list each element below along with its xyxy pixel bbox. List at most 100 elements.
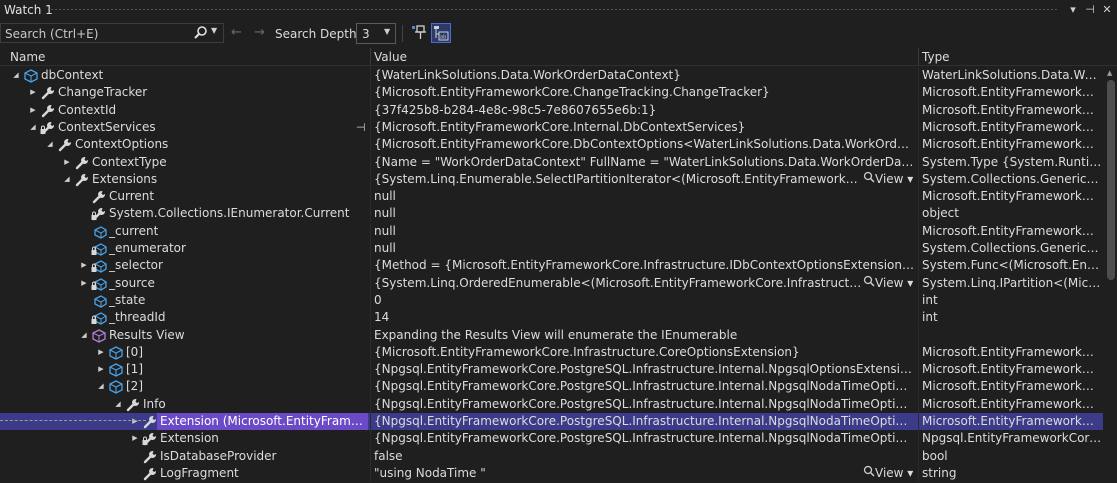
expand-arrow-icon[interactable]: ▶ xyxy=(96,344,106,361)
watch-name[interactable]: [0] xyxy=(126,344,368,361)
watch-name[interactable]: _current xyxy=(109,223,368,240)
watch-row[interactable]: _threadId 14 int xyxy=(0,309,1103,327)
watch-value[interactable]: {Method = {Microsoft.EntityFrameworkCore… xyxy=(374,257,914,274)
watch-value[interactable]: false xyxy=(374,448,914,465)
expand-arrow-icon[interactable]: ▶ xyxy=(130,430,140,447)
watch-name[interactable]: ContextOptions xyxy=(75,136,368,153)
watch-row[interactable]: ▶ [0] {Microsoft.EntityFrameworkCore.Infra… xyxy=(0,343,1103,361)
watch-row[interactable]: ▶ ContextType {Name = "WorkOrderDataContex… xyxy=(0,153,1103,171)
watch-name[interactable]: ContextServices xyxy=(58,119,352,136)
watch-value[interactable]: {Name = "WorkOrderDataContext" FullName … xyxy=(374,154,914,171)
watch-value[interactable]: null xyxy=(374,240,914,257)
watch-value[interactable]: {System.Linq.Enumerable.SelectIPartition… xyxy=(374,171,862,188)
watch-value[interactable]: {Npgsql.EntityFrameworkCore.PostgreSQL.I… xyxy=(374,378,914,395)
watch-value[interactable]: "using NodaTime " xyxy=(374,465,862,482)
window-menu-button[interactable]: ▾ xyxy=(1065,2,1081,18)
expand-arrow-icon[interactable]: ▶ xyxy=(96,361,106,378)
search-forward-icon[interactable]: → xyxy=(254,25,265,40)
watch-row[interactable]: ▶ Extension (Microsoft.EntityFramework...… xyxy=(0,413,1103,431)
watch-name[interactable]: LogFragment xyxy=(160,465,368,482)
watch-row[interactable]: ▶ _source {System.Linq.OrderedEnumerable<(… xyxy=(0,274,1103,292)
raw-view-toggle[interactable]: ab xyxy=(431,23,451,43)
watch-row[interactable]: ◢ ContextServices ⊣ {Microsoft.EntityFramew… xyxy=(0,118,1103,136)
search-depth-select[interactable]: 3 ▼ xyxy=(356,23,396,44)
watch-row[interactable]: ◢ dbContext {WaterLinkSolutions.Data.WorkO… xyxy=(0,67,1103,84)
pin-member-icon[interactable]: ⊣ xyxy=(356,119,366,136)
watch-name[interactable]: _source xyxy=(109,275,368,292)
expand-arrow-icon[interactable]: ▶ xyxy=(62,154,72,171)
visualizer-button[interactable]: View ▾ xyxy=(863,465,913,482)
watch-name[interactable]: ChangeTracker xyxy=(58,84,368,101)
visualizer-button[interactable]: View ▾ xyxy=(863,275,913,292)
watch-row[interactable]: ◢ Extensions {System.Linq.Enumerable.Selec… xyxy=(0,170,1103,188)
watch-name[interactable]: Info xyxy=(143,396,368,413)
scroll-up-icon[interactable]: ▲ xyxy=(1107,69,1112,77)
watch-name[interactable]: Current xyxy=(109,188,368,205)
watch-row[interactable]: ◢ [2] {Npgsql.EntityFrameworkCore.PostgreS… xyxy=(0,378,1103,396)
search-input[interactable]: Search (Ctrl+E) ▼ xyxy=(0,23,224,43)
watch-value[interactable]: {Npgsql.EntityFrameworkCore.PostgreSQL.I… xyxy=(374,396,914,413)
watch-value[interactable]: 14 xyxy=(374,309,914,326)
expand-arrow-icon[interactable]: ▶ xyxy=(130,413,140,430)
watch-value[interactable]: {Microsoft.EntityFrameworkCore.DbContext… xyxy=(374,136,914,153)
watch-name[interactable]: Extension xyxy=(160,430,368,447)
watch-row[interactable]: ◢ ContextOptions {Microsoft.EntityFramewor… xyxy=(0,136,1103,154)
watch-row[interactable]: ▶ ChangeTracker {Microsoft.EntityFramework… xyxy=(0,84,1103,102)
watch-name[interactable]: [2] xyxy=(126,378,368,395)
watch-value[interactable]: Expanding the Results View will enumerat… xyxy=(374,327,914,344)
watch-value[interactable]: {Npgsql.EntityFrameworkCore.PostgreSQL.I… xyxy=(374,361,914,378)
drag-grip[interactable] xyxy=(50,8,1057,11)
watch-value[interactable]: null xyxy=(374,205,914,222)
collapse-arrow-icon[interactable]: ◢ xyxy=(45,136,55,153)
collapse-arrow-icon[interactable]: ◢ xyxy=(79,327,89,344)
watch-value[interactable]: {Npgsql.EntityFrameworkCore.PostgreSQL.I… xyxy=(374,413,914,430)
collapse-arrow-icon[interactable]: ◢ xyxy=(96,378,106,395)
column-resizer[interactable] xyxy=(370,48,371,66)
watch-name[interactable]: _state xyxy=(109,292,368,309)
close-window-button[interactable]: ✕ xyxy=(1099,2,1115,18)
watch-row[interactable]: _state 0 int xyxy=(0,291,1103,309)
watch-row[interactable]: System.Collections.IEnumerator.Current nu… xyxy=(0,205,1103,223)
pin-icon[interactable] xyxy=(410,23,430,43)
watch-row[interactable]: ▶ [1] {Npgsql.EntityFrameworkCore.PostgreS… xyxy=(0,361,1103,379)
watch-name[interactable]: Extensions xyxy=(92,171,368,188)
watch-row[interactable]: IsDatabaseProvider false bool xyxy=(0,447,1103,465)
watch-name[interactable]: Extension (Microsoft.EntityFramework... xyxy=(157,413,368,430)
expand-arrow-icon[interactable]: ▶ xyxy=(28,102,38,119)
scrollbar-thumb[interactable] xyxy=(1107,80,1115,280)
watch-row[interactable]: _enumerator null System.Collections.Generi… xyxy=(0,240,1103,257)
expand-arrow-icon[interactable]: ▶ xyxy=(79,275,89,292)
column-name-header[interactable]: Name xyxy=(10,50,45,64)
watch-value[interactable]: 0 xyxy=(374,292,914,309)
watch-name[interactable]: _threadId xyxy=(109,309,368,326)
watch-row[interactable]: ▶ Extension {Npgsql.EntityFrameworkCore.Po… xyxy=(0,430,1103,448)
watch-name[interactable]: _enumerator xyxy=(109,240,368,257)
pin-window-button[interactable]: ⊣ xyxy=(1082,2,1098,18)
watch-value[interactable]: {Microsoft.EntityFrameworkCore.ChangeTra… xyxy=(374,84,914,101)
collapse-arrow-icon[interactable]: ◢ xyxy=(11,67,21,84)
vertical-scrollbar[interactable]: ▲ xyxy=(1104,67,1117,483)
watch-value[interactable]: {Npgsql.EntityFrameworkCore.PostgreSQL.I… xyxy=(374,430,914,447)
watch-row[interactable]: ◢ Results View Expanding the Results View … xyxy=(0,326,1103,344)
collapse-arrow-icon[interactable]: ◢ xyxy=(62,171,72,188)
watch-value[interactable]: {System.Linq.OrderedEnumerable<(Microsof… xyxy=(374,275,862,292)
collapse-arrow-icon[interactable]: ◢ xyxy=(28,119,38,136)
watch-row[interactable]: _current null Microsoft.EntityFrameworkCor… xyxy=(0,222,1103,240)
watch-row[interactable]: LogFragment "using NodaTime " View ▾ string xyxy=(0,464,1103,482)
watch-value[interactable]: null xyxy=(374,188,914,205)
visualizer-button[interactable]: View ▾ xyxy=(863,171,913,188)
watch-name[interactable]: [1] xyxy=(126,361,368,378)
watch-value[interactable]: {Microsoft.EntityFrameworkCore.Infrastru… xyxy=(374,344,914,361)
collapse-arrow-icon[interactable]: ◢ xyxy=(113,396,123,413)
watch-name[interactable]: dbContext xyxy=(41,67,368,84)
column-resizer[interactable] xyxy=(918,48,919,66)
column-value-header[interactable]: Value xyxy=(374,50,407,64)
expand-arrow-icon[interactable]: ▶ xyxy=(28,84,38,101)
watch-name[interactable]: Results View xyxy=(109,327,368,344)
search-icon[interactable] xyxy=(193,25,209,41)
watch-name[interactable]: ContextId xyxy=(58,102,368,119)
watch-value[interactable]: {Microsoft.EntityFrameworkCore.Internal.… xyxy=(374,119,914,136)
search-options-dropdown-icon[interactable]: ▼ xyxy=(211,26,217,35)
expand-arrow-icon[interactable]: ▶ xyxy=(79,257,89,274)
watch-value[interactable]: {37f425b8-b284-4e8c-98c5-7e8607655e6b:1} xyxy=(374,102,914,119)
